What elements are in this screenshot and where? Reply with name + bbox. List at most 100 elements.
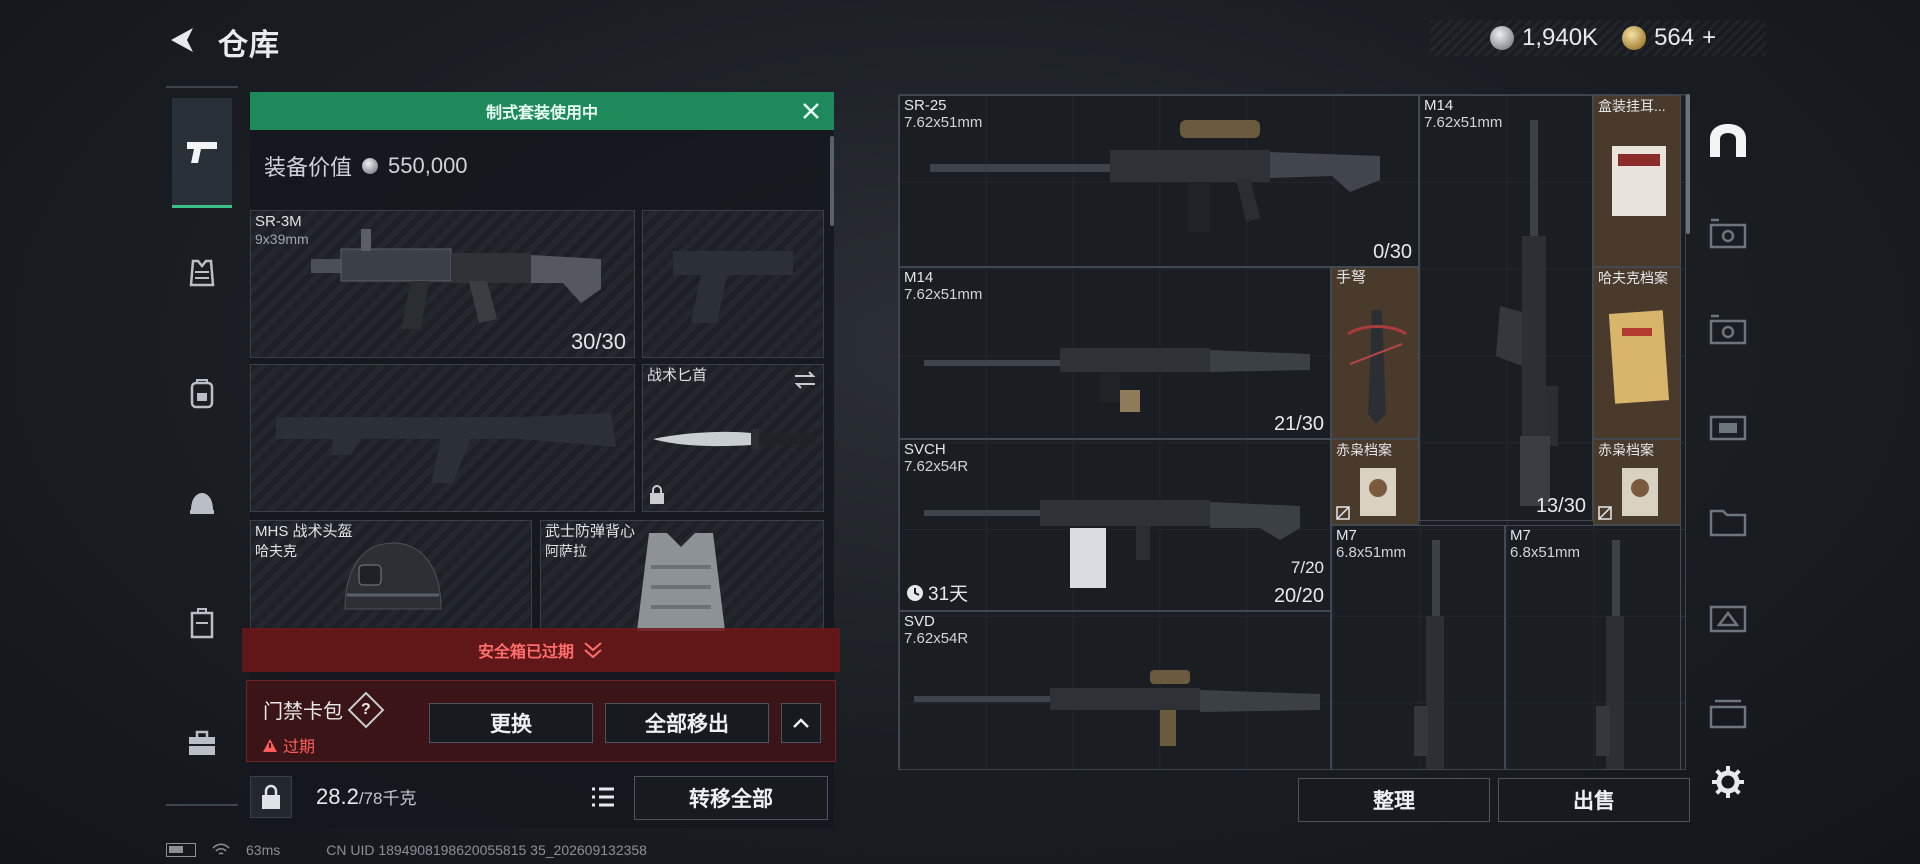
stash-item-redowl-file-1[interactable]: 赤枭档案 [1331, 439, 1419, 525]
magazine-count: 7/20 [1290, 558, 1324, 577]
pistol-icon [187, 141, 217, 163]
storage-tab-7[interactable] [1704, 498, 1752, 546]
stash-item-svd[interactable]: SVD 7.62x54R [899, 611, 1331, 769]
tactical-helmet-image [344, 542, 442, 610]
equip-value-label: 装备价值 [264, 155, 353, 180]
nav-container[interactable] [172, 568, 232, 678]
secondary-weapon-slot[interactable] [250, 364, 635, 512]
item-ammo-count: 13/30 [1535, 495, 1586, 517]
storage-crate-icon [1709, 605, 1747, 633]
stash-item-crossbow[interactable]: 手弩 [1331, 267, 1419, 439]
storage-tab-9[interactable] [1704, 690, 1752, 738]
silver-coin-icon [1490, 26, 1514, 50]
item-name: 赤枭档案 [1336, 442, 1392, 458]
primary-weapon-slot[interactable]: SR-3M 9x39mm 30/30 [250, 210, 635, 358]
lock-button[interactable] [250, 776, 292, 818]
knife-slot[interactable]: 战术匕首 [642, 364, 824, 512]
clock-icon [907, 584, 923, 601]
loadout-banner-text: 制式套装使用中 [485, 105, 598, 122]
nav-weapons[interactable] [172, 98, 232, 208]
sell-button[interactable]: 出售 [1498, 778, 1690, 822]
nav-toolbox[interactable] [172, 688, 232, 798]
vest-slot[interactable]: 武士防弹背心 阿萨拉 [540, 520, 824, 631]
storage-tab-5[interactable] [1704, 306, 1752, 354]
helmet-brand: 哈夫克 [255, 543, 297, 559]
collapse-button[interactable] [781, 703, 821, 743]
page-title: 仓库 [218, 29, 280, 62]
item-name: 盒装挂耳... [1598, 98, 1666, 114]
pistol-slot[interactable] [642, 210, 824, 358]
stash-grid[interactable]: SR-25 7.62x51mm 0/30 M14 7.62x51mm 13/30 [898, 94, 1686, 770]
storage-tab-all[interactable] [1704, 116, 1752, 164]
storage-tab-8[interactable] [1704, 594, 1752, 642]
item-name: M7 [1510, 527, 1531, 544]
keycard-wallet-panel: 门禁卡包 ? 过期 更换 全部移出 [246, 680, 836, 762]
keycard-title-row: 门禁卡包 ? [263, 691, 385, 728]
stash-item-m14-vertical[interactable]: M14 7.62x51mm 13/30 [1419, 95, 1593, 521]
storage-chest-icon [1709, 218, 1747, 249]
stash-item-m14[interactable]: M14 7.62x51mm 21/30 [899, 267, 1331, 439]
primary-ammo-count: 30/30 [570, 329, 626, 354]
knife-name: 战术匕首 [647, 367, 708, 384]
battery-icon [166, 843, 196, 857]
back-arrow-icon [171, 28, 193, 52]
svch-rifle-image [924, 500, 1300, 588]
transfer-all-button[interactable]: 转移全部 [634, 776, 828, 820]
stash-panel: SR-25 7.62x51mm 0/30 M14 7.62x51mm 13/30 [898, 94, 1690, 770]
replace-button[interactable]: 更换 [429, 703, 593, 743]
weight-bar: 28.2/78千克 转移全部 [250, 772, 834, 822]
stash-item-box-ear[interactable]: 盒装挂耳... [1593, 95, 1681, 267]
vest-name: 武士防弹背心 [545, 523, 636, 540]
back-button[interactable] [162, 20, 202, 60]
item-name: M14 [1424, 97, 1454, 114]
primary-weapon-name: SR-3M [255, 213, 302, 230]
loadout-scrollbar[interactable] [830, 136, 834, 226]
boxed-item-image [1612, 146, 1666, 216]
storage-tab-6[interactable] [1704, 402, 1752, 450]
nav-backpack[interactable] [172, 338, 232, 448]
storage-tab-4[interactable] [1704, 210, 1752, 258]
stash-item-sr25[interactable]: SR-25 7.62x51mm 0/30 [899, 95, 1419, 267]
close-icon[interactable] [798, 98, 824, 124]
stash-scrollbar[interactable] [1686, 94, 1690, 234]
m14-rifle-image [924, 348, 1310, 412]
settings-button[interactable] [1704, 758, 1752, 806]
combat-knife-image [653, 429, 815, 449]
item-caliber: 7.62x51mm [904, 286, 983, 303]
gold-coin-icon [1622, 26, 1647, 50]
add-currency-button[interactable]: + [1702, 24, 1716, 52]
document-folder-image [1608, 310, 1670, 404]
lock-icon [262, 784, 280, 809]
storage-box-icon [1709, 415, 1747, 441]
stash-item-redowl-file-2[interactable]: 赤枭档案 [1593, 439, 1681, 525]
item-ammo-count: 0/30 [1373, 241, 1412, 263]
rifle-placeholder-icon [276, 413, 616, 483]
move-all-out-button[interactable]: 全部移出 [605, 703, 769, 743]
loadout-banner: 制式套装使用中 [250, 92, 834, 130]
sort-button[interactable]: 整理 [1298, 778, 1490, 822]
stash-item-havk-file[interactable]: 哈夫克档案 [1593, 267, 1681, 439]
helmet-icon [190, 493, 214, 514]
secure-case-expired-notice[interactable]: 安全箱已过期 [242, 628, 840, 672]
stash-item-svch[interactable]: SVCH 7.62x54R 7/20 31天 20/20 [899, 439, 1331, 611]
help-icon[interactable]: ? [347, 691, 385, 728]
nav-armor[interactable] [172, 218, 232, 328]
list-icon[interactable] [590, 786, 616, 808]
stash-item-m7-2[interactable]: M7 6.8x51mm [1505, 525, 1681, 769]
m7-rifle-vertical-image [1414, 540, 1444, 769]
body-armor-image [637, 533, 725, 631]
help-glyph: ? [361, 700, 371, 718]
swap-icon[interactable] [793, 371, 817, 389]
nav-helmet[interactable] [172, 448, 232, 558]
gear-icon [1712, 766, 1744, 798]
rental-timer: 31天 [906, 579, 968, 606]
silver-coin-icon [362, 158, 379, 174]
helmet-slot[interactable]: MHS 战术头盔 哈夫克 [250, 520, 532, 630]
m14-rifle-vertical-image [1496, 120, 1558, 506]
double-chevron-down-icon [584, 642, 602, 659]
item-name: 哈夫克档案 [1598, 270, 1668, 286]
keycard-title: 门禁卡包 [263, 701, 343, 723]
vest-brand: 阿萨拉 [545, 543, 587, 559]
stash-item-m7-1[interactable]: M7 6.8x51mm [1331, 525, 1505, 769]
chevron-up-icon [793, 718, 809, 728]
